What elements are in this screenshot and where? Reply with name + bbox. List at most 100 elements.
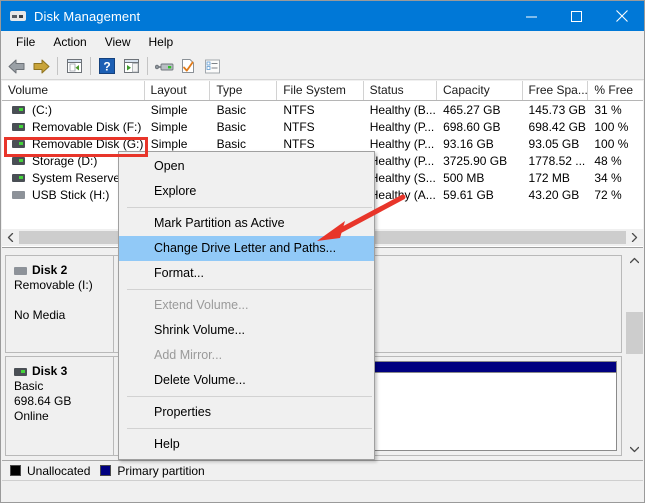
disk-name-row: Disk 2 — [14, 263, 113, 278]
menu-item-explore[interactable]: Explore — [119, 179, 374, 204]
volume-label: System Reserved — [32, 171, 127, 185]
maximize-button[interactable] — [554, 1, 599, 31]
layout-cell: Simple — [145, 120, 211, 134]
capacity-cell: 465.27 GB — [437, 103, 522, 117]
capacity-cell: 3725.90 GB — [437, 154, 522, 168]
drive-icon — [12, 191, 25, 199]
menu-help[interactable]: Help — [140, 33, 183, 51]
menu-bar: File Action View Help — [1, 31, 644, 53]
menu-item-shrink-volume[interactable]: Shrink Volume... — [119, 318, 374, 343]
column-header-volume[interactable]: Volume — [2, 81, 145, 100]
menu-action[interactable]: Action — [44, 33, 95, 51]
file-system-cell: NTFS — [277, 137, 363, 151]
menu-file[interactable]: File — [7, 33, 44, 51]
free-space-cell: 172 MB — [523, 171, 589, 185]
file-system-cell: NTFS — [277, 103, 363, 117]
menu-item-properties[interactable]: Properties — [119, 400, 374, 425]
menu-item-help[interactable]: Help — [119, 432, 374, 457]
percent-free-cell: 100 % — [588, 137, 643, 151]
scroll-left-icon[interactable] — [2, 229, 19, 246]
volume-cell: Removable Disk (G:) — [2, 137, 145, 151]
menu-item-mark-partition-as-active[interactable]: Mark Partition as Active — [119, 211, 374, 236]
volume-context-menu: Open Explore Mark Partition as Active Ch… — [118, 151, 375, 460]
disk-icon — [14, 368, 27, 376]
disk-management-window: Disk Management File Action View Help — [0, 0, 645, 503]
column-header-file-system[interactable]: File System — [277, 81, 363, 100]
menu-item-change-drive-letter-and-paths[interactable]: Change Drive Letter and Paths... — [119, 236, 374, 261]
volume-cell: Removable Disk (F:) — [2, 120, 145, 134]
type-cell: Basic — [211, 120, 278, 134]
layout-cell: Simple — [145, 103, 211, 117]
column-header-percent-free[interactable]: % Free — [588, 81, 643, 100]
disk-type: Removable (I:) — [14, 278, 113, 293]
menu-item-add-mirror: Add Mirror... — [119, 343, 374, 368]
disk-type: Basic — [14, 379, 113, 394]
menu-view[interactable]: View — [96, 33, 140, 51]
table-row[interactable]: Removable Disk (G:) Simple Basic NTFS He… — [2, 135, 643, 152]
disk-name-row: Disk 3 — [14, 364, 113, 379]
volume-cell: (C:) — [2, 103, 145, 117]
table-row[interactable]: (C:) Simple Basic NTFS Healthy (B... 465… — [2, 101, 643, 118]
capacity-cell: 59.61 GB — [437, 188, 522, 202]
context-menu-separator-2 — [127, 289, 372, 290]
volume-label: USB Stick (H:) — [32, 188, 109, 202]
close-button[interactable] — [599, 1, 644, 31]
rescan-disks-icon[interactable] — [152, 55, 176, 78]
scroll-right-icon[interactable] — [626, 229, 643, 246]
show-hide-console-tree-icon[interactable] — [119, 55, 143, 78]
disk-icon — [14, 267, 27, 275]
scroll-up-icon[interactable] — [626, 252, 643, 269]
vscroll-thumb[interactable] — [626, 312, 643, 354]
percent-free-cell: 31 % — [588, 103, 643, 117]
forward-icon[interactable] — [29, 55, 53, 78]
column-header-type[interactable]: Type — [210, 81, 277, 100]
disk-name: Disk 3 — [32, 364, 67, 379]
menu-item-format[interactable]: Format... — [119, 261, 374, 286]
disk-size: 698.64 GB — [14, 394, 113, 409]
volume-label: Removable Disk (G:) — [32, 137, 143, 151]
percent-free-cell: 48 % — [588, 154, 643, 168]
column-header-status[interactable]: Status — [364, 81, 437, 100]
legend-label-unallocated: Unallocated — [27, 464, 90, 478]
legend-bar: Unallocated Primary partition — [2, 460, 643, 480]
table-row[interactable]: Removable Disk (F:) Simple Basic NTFS He… — [2, 118, 643, 135]
caption-buttons — [509, 1, 644, 31]
status-cell: Healthy (B... — [364, 103, 437, 117]
status-cell: Healthy (P... — [364, 137, 437, 151]
disk-panel-vertical-scrollbar[interactable] — [626, 252, 643, 458]
column-header-layout[interactable]: Layout — [145, 81, 211, 100]
context-menu-separator-1 — [127, 207, 372, 208]
up-one-level-icon[interactable] — [62, 55, 86, 78]
menu-item-delete-volume[interactable]: Delete Volume... — [119, 368, 374, 393]
free-space-cell: 43.20 GB — [523, 188, 589, 202]
percent-free-cell: 34 % — [588, 171, 643, 185]
menu-item-open[interactable]: Open — [119, 154, 374, 179]
title-bar: Disk Management — [1, 1, 644, 31]
context-menu-separator-4 — [127, 428, 372, 429]
disk-name: Disk 2 — [32, 263, 67, 278]
disk-info-3: Disk 3 Basic 698.64 GB Online — [6, 357, 114, 455]
scroll-down-icon[interactable] — [626, 441, 643, 458]
toolbar-separator-1 — [57, 57, 58, 75]
list-view-icon[interactable] — [200, 55, 224, 78]
free-space-cell: 93.05 GB — [523, 137, 589, 151]
volume-label: (C:) — [32, 103, 52, 117]
help-question-icon[interactable]: ? — [95, 55, 119, 78]
legend-item-unallocated: Unallocated — [10, 464, 90, 478]
free-space-cell: 145.73 GB — [523, 103, 589, 117]
drive-icon — [12, 157, 25, 165]
column-header-capacity[interactable]: Capacity — [437, 81, 523, 100]
back-icon[interactable] — [5, 55, 29, 78]
legend-label-primary-partition: Primary partition — [117, 464, 204, 478]
primary-partition-swatch — [100, 465, 111, 476]
column-header-free-space[interactable]: Free Spa... — [523, 81, 589, 100]
status-bar — [2, 480, 643, 503]
menu-item-extend-volume: Extend Volume... — [119, 293, 374, 318]
disk-media-state: No Media — [14, 308, 113, 323]
drive-icon — [12, 174, 25, 182]
minimize-button[interactable] — [509, 1, 554, 31]
properties-check-icon[interactable] — [176, 55, 200, 78]
disk-management-icon — [10, 8, 26, 24]
disk-state: Online — [14, 409, 113, 424]
drive-icon — [12, 140, 25, 148]
